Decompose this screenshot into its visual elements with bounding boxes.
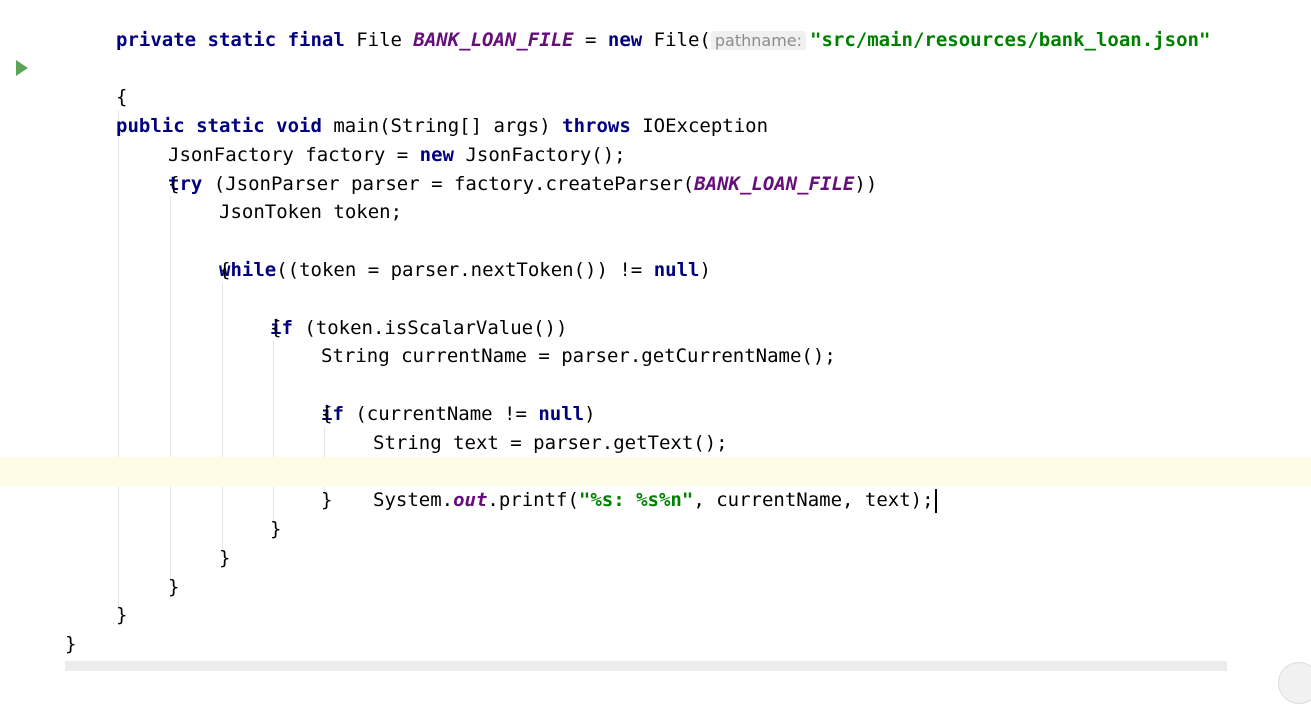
code-line[interactable]: } bbox=[0, 486, 1311, 515]
code-text: { bbox=[219, 259, 231, 281]
code-line[interactable]: if (token.isScalarValue()) bbox=[0, 285, 1311, 339]
code-line[interactable]: { bbox=[0, 83, 1311, 112]
code-line[interactable]: } bbox=[0, 601, 1311, 630]
run-gutter-icon[interactable] bbox=[16, 60, 28, 76]
code-line[interactable]: String currentName = parser.getCurrentNa… bbox=[0, 342, 1311, 371]
floating-action-button[interactable] bbox=[1278, 662, 1311, 704]
code-line[interactable]: } bbox=[0, 515, 1311, 544]
code-text: { bbox=[168, 173, 180, 195]
code-line[interactable]: while((token = parser.nextToken()) != nu… bbox=[0, 227, 1311, 281]
current-code-line[interactable]: System.out.printf("%s: %s%n", currentNam… bbox=[0, 457, 1311, 513]
code-text: } bbox=[168, 576, 180, 598]
horizontal-scrollbar[interactable] bbox=[65, 661, 1227, 671]
code-text: } bbox=[65, 633, 77, 655]
code-line[interactable]: try (JsonParser parser = factory.createP… bbox=[0, 141, 1311, 195]
code-text: } bbox=[321, 489, 333, 511]
code-line[interactable]: } bbox=[0, 544, 1311, 573]
code-text: String currentName = parser.getCurrentNa… bbox=[321, 345, 836, 367]
code-text: } bbox=[219, 547, 231, 569]
string-literal: "src/main/resources/bank_loan.json" bbox=[810, 29, 1211, 51]
code-line[interactable]: JsonFactory factory = new JsonFactory(); bbox=[0, 112, 1311, 166]
code-line[interactable]: { bbox=[0, 170, 1311, 199]
keyword: new bbox=[607, 29, 643, 51]
code-line[interactable]: String text = parser.getText(); bbox=[0, 429, 1311, 458]
code-line[interactable]: { bbox=[0, 400, 1311, 429]
parameter-hint: pathname: bbox=[710, 31, 807, 50]
code-text: File bbox=[344, 29, 414, 51]
code-text: } bbox=[116, 604, 128, 626]
code-line[interactable]: JsonToken token; bbox=[0, 198, 1311, 227]
code-line[interactable]: { bbox=[0, 256, 1311, 285]
code-line[interactable]: if (currentName != null) bbox=[0, 371, 1311, 425]
code-text: = bbox=[573, 29, 608, 51]
code-line[interactable]: } bbox=[0, 573, 1311, 602]
code-editor[interactable]: private static final File BANK_LOAN_FILE… bbox=[0, 0, 1311, 704]
keyword: private static final bbox=[116, 29, 345, 51]
code-line[interactable]: private static final File BANK_LOAN_FILE… bbox=[0, 0, 1311, 51]
code-text: { bbox=[321, 403, 333, 425]
code-text: { bbox=[116, 86, 128, 108]
code-line[interactable]: { bbox=[0, 314, 1311, 343]
code-text: JsonToken token; bbox=[219, 201, 403, 223]
code-line[interactable]: } bbox=[0, 630, 1311, 659]
code-text: { bbox=[270, 317, 282, 339]
constant: BANK_LOAN_FILE bbox=[413, 29, 574, 51]
code-text: String text = parser.getText(); bbox=[373, 432, 728, 454]
code-text: } bbox=[270, 518, 282, 540]
code-line[interactable]: public static void main(String[] args) t… bbox=[0, 54, 1311, 137]
code-text: File( bbox=[642, 29, 711, 51]
